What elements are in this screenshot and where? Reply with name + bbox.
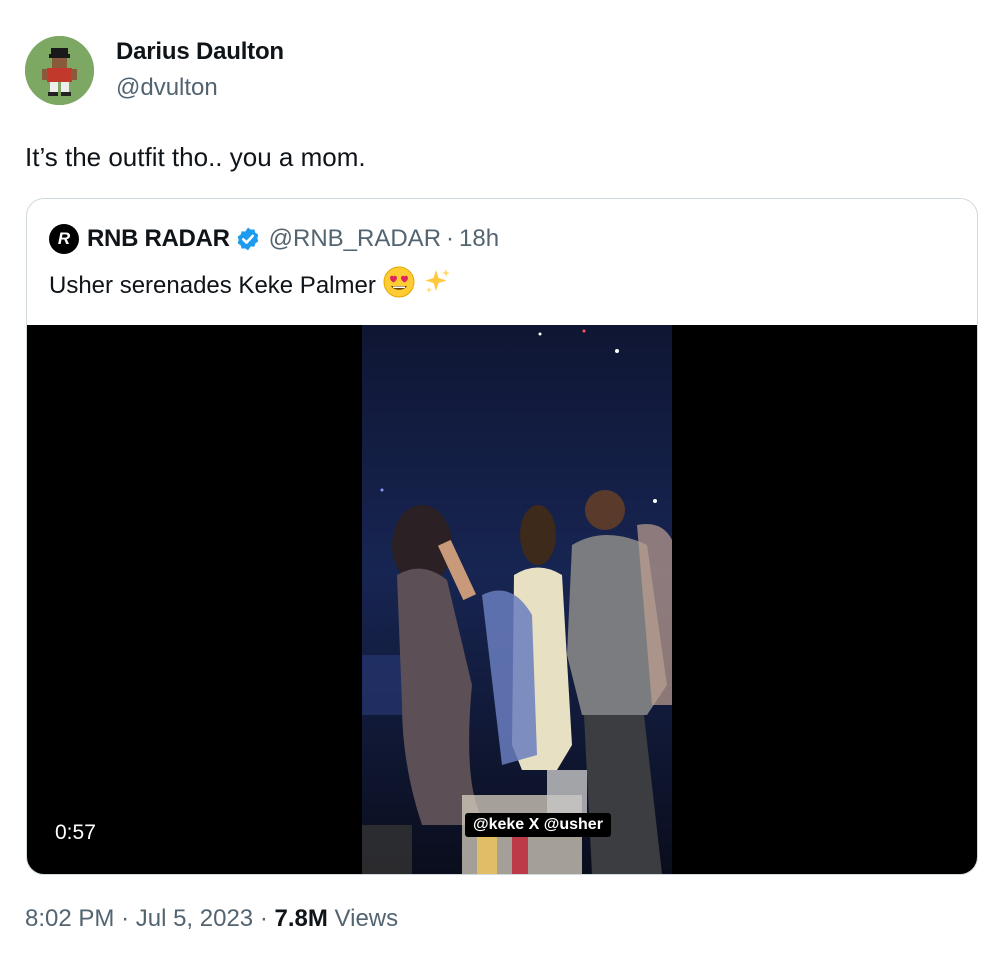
- quoted-author-name[interactable]: RNB RADAR: [87, 225, 230, 253]
- separator-dot: ·: [121, 905, 130, 932]
- author-name[interactable]: Darius Daulton: [116, 38, 284, 66]
- separator-dot: ·: [446, 225, 455, 252]
- quoted-tweet-text: Usher serenades Keke Palmer: [49, 265, 452, 306]
- video-duration-badge: 0:57: [47, 819, 104, 847]
- tweet-text: It’s the outfit tho.. you a mom.: [25, 142, 366, 172]
- views-label: Views: [334, 905, 399, 932]
- video-player[interactable]: @keke X @usher 0:57: [27, 325, 977, 874]
- quoted-timestamp[interactable]: 18h: [459, 225, 499, 253]
- quoted-text-content: Usher serenades Keke Palmer: [49, 271, 376, 299]
- sparkles-emoji-icon: [422, 267, 452, 304]
- quoted-tweet-header: R RNB RADAR @RNB_RADAR · 18h: [49, 223, 499, 255]
- author-handle[interactable]: @dvulton: [116, 74, 218, 102]
- quoted-author-handle[interactable]: @RNB_RADAR: [269, 225, 441, 253]
- tweet-meta: 8:02 PM · Jul 5, 2023 · 7.8M Views: [25, 905, 398, 933]
- separator-dot: ·: [259, 905, 268, 932]
- quoted-tweet-card[interactable]: R RNB RADAR @RNB_RADAR · 18h Usher seren…: [26, 198, 978, 875]
- tweet: Darius Daulton @dvulton It’s the outfit …: [0, 0, 990, 964]
- video-thumbnail[interactable]: @keke X @usher: [362, 325, 672, 874]
- quoted-author-avatar[interactable]: R: [49, 224, 79, 254]
- quoted-avatar-letter: R: [57, 229, 71, 248]
- pixel-character-avatar-image: [25, 36, 94, 105]
- heart-eyes-emoji-icon: [382, 265, 416, 306]
- verified-badge-icon: [237, 227, 258, 251]
- tweet-date[interactable]: Jul 5, 2023: [136, 905, 253, 932]
- video-still-image: [362, 325, 672, 874]
- views-count[interactable]: 7.8M: [275, 905, 328, 932]
- video-caption-overlay: @keke X @usher: [465, 813, 611, 837]
- tweet-time[interactable]: 8:02 PM: [25, 905, 114, 932]
- author-avatar[interactable]: [25, 36, 94, 105]
